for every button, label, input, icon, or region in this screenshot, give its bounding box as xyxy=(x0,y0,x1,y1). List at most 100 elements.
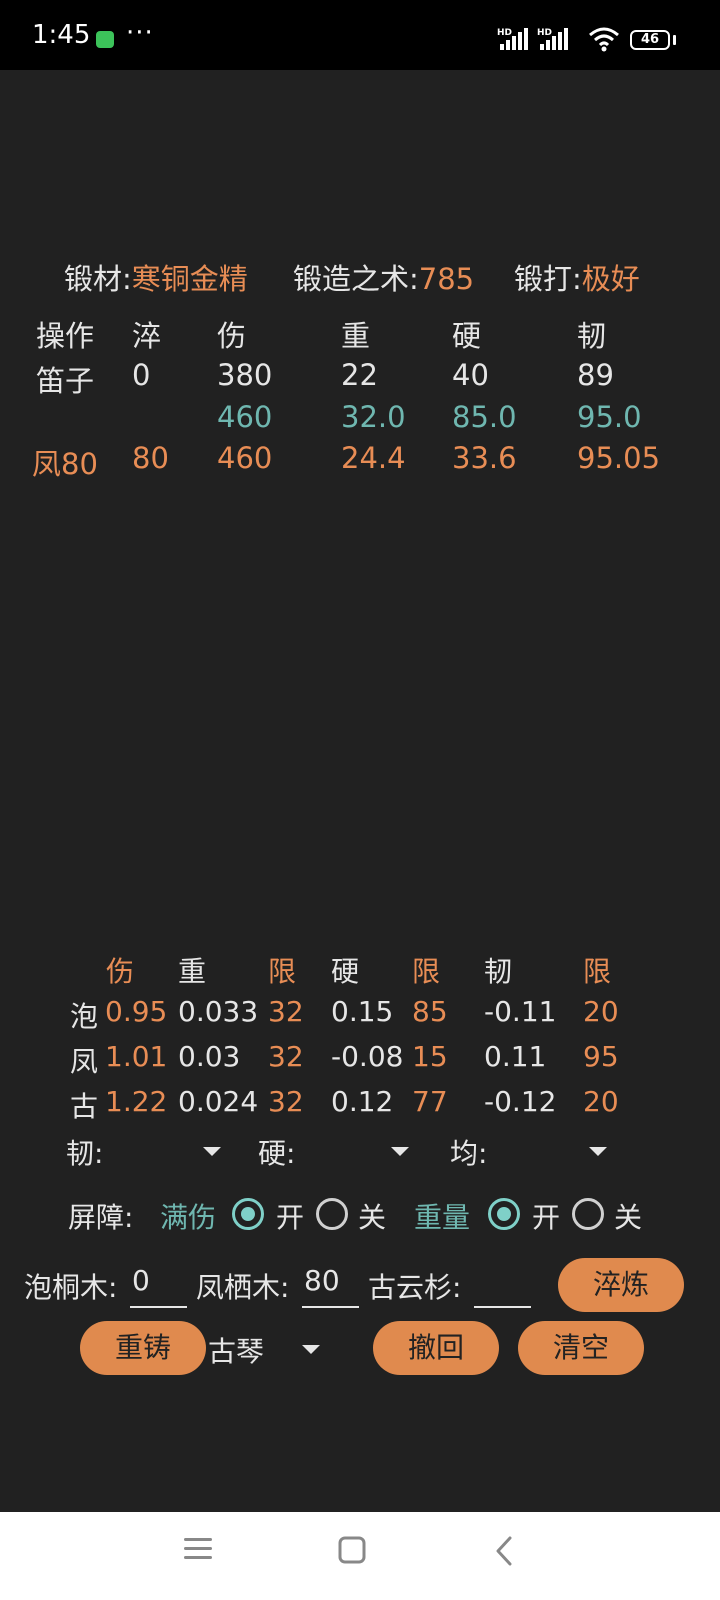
coef-cell: 0.033 xyxy=(178,995,259,1028)
chevron-down-icon xyxy=(203,1147,221,1156)
full-damage-off-label: 关 xyxy=(358,1201,387,1234)
stats-result-cell: 95.05 xyxy=(577,441,661,475)
phoenix-input[interactable]: 80 xyxy=(304,1264,358,1297)
coef-cell: 77 xyxy=(412,1085,448,1118)
skill-value: 785 xyxy=(418,262,475,296)
material-label: 锻材: xyxy=(64,262,132,296)
skill-info: 锻造之术:785 xyxy=(293,256,474,298)
back-icon[interactable] xyxy=(494,1536,514,1566)
stats-cell: 笛子 xyxy=(36,364,95,398)
coef-cell: 20 xyxy=(583,995,619,1028)
home-icon[interactable] xyxy=(338,1536,366,1564)
menu-icon[interactable] xyxy=(184,1536,212,1562)
full-damage-on-label: 开 xyxy=(276,1201,305,1234)
signal-icon-2 xyxy=(540,28,568,50)
weight-on-label: 开 xyxy=(532,1201,561,1234)
stats-header-weight: 重 xyxy=(341,319,371,353)
coef-cell: 32 xyxy=(268,1040,304,1073)
coef-cell: 32 xyxy=(268,995,304,1028)
clear-button[interactable]: 清空 xyxy=(518,1321,644,1375)
weight-off-label: 关 xyxy=(614,1201,643,1234)
stats-header-toughness: 韧 xyxy=(577,319,607,353)
status-bar: 1:45 ··· HD HD 46 xyxy=(0,0,720,70)
fir-input-underline xyxy=(474,1306,531,1308)
fir-label: 古云杉: xyxy=(368,1271,462,1304)
toughness-dropdown[interactable]: 韧: xyxy=(66,1130,226,1170)
fir-input[interactable] xyxy=(476,1264,530,1300)
chevron-down-icon xyxy=(302,1345,320,1354)
undo-button[interactable]: 撤回 xyxy=(373,1321,499,1375)
weapon-select-value: 古琴 xyxy=(208,1335,265,1368)
coef-cell: 0.95 xyxy=(105,995,168,1028)
coef-cell: 0.03 xyxy=(178,1040,241,1073)
coef-cell: -0.11 xyxy=(484,995,557,1028)
hardness-dropdown[interactable]: 硬: xyxy=(258,1130,418,1170)
barrier-label: 屏障: xyxy=(68,1201,134,1234)
recast-button[interactable]: 重铸 xyxy=(80,1321,206,1375)
paulownia-input[interactable]: 0 xyxy=(132,1264,186,1297)
coef-cell: 1.01 xyxy=(105,1040,168,1073)
full-damage-off-radio[interactable] xyxy=(316,1198,348,1230)
forge-label: 锻打: xyxy=(514,262,582,296)
status-time: 1:45 xyxy=(32,20,91,50)
stats-limit-cell: 32.0 xyxy=(341,400,406,434)
coef-cell: 0.15 xyxy=(331,995,394,1028)
coef-cell: 0.11 xyxy=(484,1040,547,1073)
wifi-icon xyxy=(589,27,619,52)
skill-label: 锻造之术: xyxy=(293,262,419,296)
full-damage-on-radio[interactable] xyxy=(232,1198,264,1230)
stats-header-hardness: 硬 xyxy=(452,319,482,353)
paulownia-input-underline xyxy=(130,1306,187,1308)
coef-cell: 0.024 xyxy=(178,1085,259,1118)
phoenix-label: 凤栖木: xyxy=(196,1271,290,1304)
coef-header-weight: 重 xyxy=(178,955,207,988)
coef-cell: 0.12 xyxy=(331,1085,394,1118)
battery-level: 46 xyxy=(640,32,660,47)
coef-cell: 1.22 xyxy=(105,1085,168,1118)
stats-result-cell: 凤80 xyxy=(32,447,98,481)
wechat-icon xyxy=(96,31,114,48)
coef-cell: -0.08 xyxy=(331,1040,404,1073)
stats-limit-cell: 460 xyxy=(217,400,273,434)
stats-cell: 0 xyxy=(132,358,151,392)
coef-cell: 95 xyxy=(583,1040,619,1073)
more-notifications-icon: ··· xyxy=(126,18,154,48)
weight-label: 重量 xyxy=(414,1201,471,1234)
stats-header-op: 操作 xyxy=(36,319,95,353)
toughness-dropdown-label: 韧: xyxy=(66,1137,104,1170)
material-value: 寒铜金精 xyxy=(131,262,248,296)
navigation-bar xyxy=(0,1512,720,1600)
coef-header-toughness: 韧 xyxy=(484,955,513,988)
coef-row-label: 古 xyxy=(70,1090,99,1123)
stats-result-cell: 460 xyxy=(217,441,273,475)
coef-cell: 20 xyxy=(583,1085,619,1118)
even-dropdown[interactable]: 均: xyxy=(450,1130,620,1170)
coef-header-hardness: 硬 xyxy=(331,955,360,988)
quench-button[interactable]: 淬炼 xyxy=(558,1258,684,1312)
coef-header-limit: 限 xyxy=(583,955,612,988)
full-damage-label: 满伤 xyxy=(160,1201,217,1234)
stats-header-quench: 淬 xyxy=(132,319,162,353)
stats-cell: 22 xyxy=(341,358,378,392)
coef-cell: -0.12 xyxy=(484,1085,557,1118)
coef-header-damage: 伤 xyxy=(106,955,135,988)
forge-info: 锻打:极好 xyxy=(514,256,640,298)
coef-row-label: 泡 xyxy=(70,1000,99,1033)
stats-limit-cell: 95.0 xyxy=(577,400,642,434)
battery-icon: 46 xyxy=(630,30,670,50)
stats-cell: 40 xyxy=(452,358,489,392)
weight-off-radio[interactable] xyxy=(572,1198,604,1230)
stats-cell: 89 xyxy=(577,358,614,392)
battery-tip xyxy=(673,35,676,45)
forge-value: 极好 xyxy=(581,262,640,296)
coef-cell: 85 xyxy=(412,995,448,1028)
weapon-select[interactable]: 古琴 xyxy=(208,1326,328,1370)
stats-result-cell: 80 xyxy=(132,441,169,475)
chevron-down-icon xyxy=(391,1147,409,1156)
stats-cell: 380 xyxy=(217,358,273,392)
chevron-down-icon xyxy=(589,1147,607,1156)
coef-cell: 15 xyxy=(412,1040,448,1073)
stats-limit-cell: 85.0 xyxy=(452,400,517,434)
weight-on-radio[interactable] xyxy=(488,1198,520,1230)
phoenix-input-underline xyxy=(302,1306,359,1308)
